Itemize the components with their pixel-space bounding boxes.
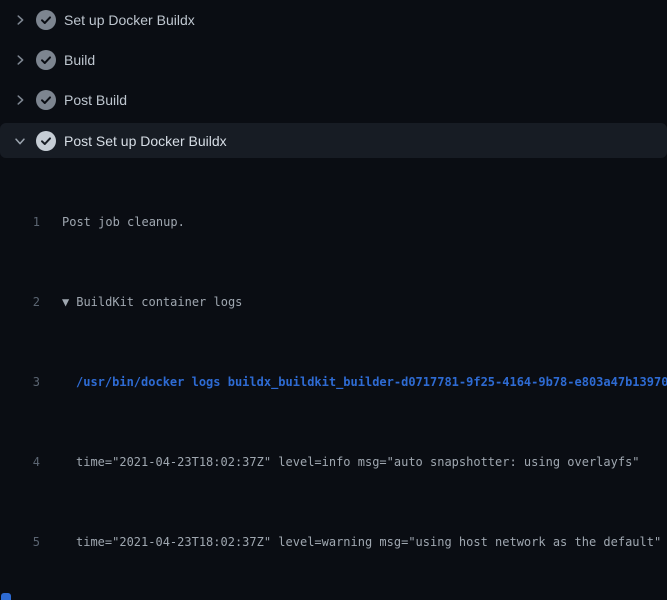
log-output: 1 Post job cleanup. 2 ▼ BuildKit contain… <box>0 158 667 600</box>
actions-log-viewer: Set up Docker Buildx Build <box>0 0 667 600</box>
log-line: 5 time="2021-04-23T18:02:37Z" level=warn… <box>0 532 667 552</box>
blue-corner-element <box>1 593 11 600</box>
log-line-text: /usr/bin/docker logs buildx_buildkit_bui… <box>76 372 667 392</box>
chevron-down-icon <box>12 133 28 149</box>
log-line-number[interactable]: 4 <box>0 452 40 472</box>
log-line-text: time="2021-04-23T18:02:37Z" level=info m… <box>76 452 640 472</box>
group-toggle-icon[interactable]: ▼ <box>62 292 69 312</box>
check-circle-icon <box>36 131 56 151</box>
log-line-number[interactable]: 1 <box>0 212 40 232</box>
log-line-number[interactable]: 2 <box>0 292 40 312</box>
log-line-number[interactable]: 3 <box>0 372 40 392</box>
step-row-post-build[interactable]: Post Build <box>0 80 667 120</box>
step-list: Set up Docker Buildx Build <box>0 0 667 158</box>
step-label: Post Build <box>64 92 127 108</box>
step-label: Post Set up Docker Buildx <box>64 133 227 149</box>
log-line: 4 time="2021-04-23T18:02:37Z" level=info… <box>0 452 667 472</box>
step-label: Build <box>64 52 95 68</box>
log-line: 3 /usr/bin/docker logs buildx_buildkit_b… <box>0 372 667 392</box>
check-circle-icon <box>36 50 56 70</box>
log-line-number[interactable]: 5 <box>0 532 40 552</box>
step-row-build[interactable]: Build <box>0 40 667 80</box>
chevron-right-icon <box>12 12 28 28</box>
log-line: 2 ▼ BuildKit container logs <box>0 292 667 312</box>
log-line: 1 Post job cleanup. <box>0 212 667 232</box>
chevron-right-icon <box>12 52 28 68</box>
log-line-text: BuildKit container logs <box>76 292 242 312</box>
step-row-post-set-up-docker-buildx[interactable]: Post Set up Docker Buildx <box>0 123 667 158</box>
log-line-text: time="2021-04-23T18:02:37Z" level=warnin… <box>76 532 661 552</box>
check-circle-icon <box>36 10 56 30</box>
chevron-right-icon <box>12 92 28 108</box>
log-line-text: Post job cleanup. <box>62 212 185 232</box>
step-row-set-up-docker-buildx[interactable]: Set up Docker Buildx <box>0 0 667 40</box>
step-label: Set up Docker Buildx <box>64 12 195 28</box>
check-circle-icon <box>36 90 56 110</box>
